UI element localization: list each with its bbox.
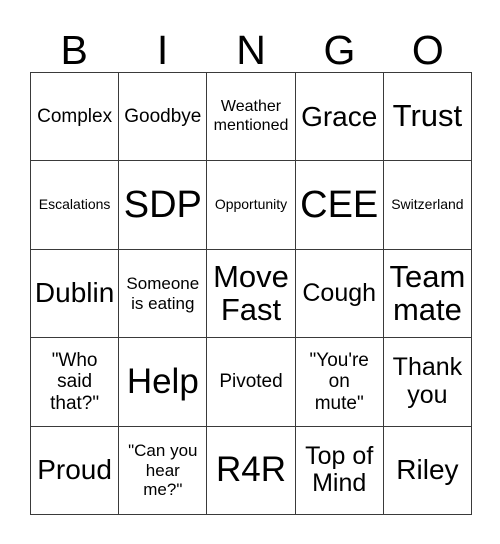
bingo-cell[interactable]: Escalations <box>31 161 120 250</box>
bingo-cell-label: "Can you hear me?" <box>128 441 198 500</box>
bingo-cell[interactable]: Help <box>119 338 208 427</box>
bingo-cell-label: Opportunity <box>214 196 288 213</box>
bingo-cell[interactable]: "Can you hear me?" <box>119 426 208 516</box>
bingo-cell-label: Goodbye <box>124 106 202 128</box>
bingo-cell[interactable]: Top of Mind <box>295 426 384 516</box>
bingo-cell-label: Riley <box>396 454 459 486</box>
bingo-row: Escalations SDP Opportunity CEE Switzerl… <box>31 161 473 250</box>
bingo-cell[interactable]: Team mate <box>383 249 473 339</box>
bingo-cell[interactable]: SDP <box>119 161 208 250</box>
bingo-cell[interactable]: Dublin <box>31 249 120 339</box>
bingo-cell-label: R4R <box>215 450 287 490</box>
bingo-cell-label: Move Fast <box>213 258 289 327</box>
bingo-cell-label: Proud <box>37 454 112 486</box>
bingo-cell-label: SDP <box>123 183 202 226</box>
bingo-cell[interactable]: Weather mentioned <box>207 73 296 162</box>
bingo-cell[interactable]: Riley <box>383 426 473 516</box>
bingo-cell-label: Dublin <box>34 277 115 309</box>
bingo-cell-label: Thank you <box>392 353 463 409</box>
bingo-cell[interactable]: Proud <box>31 426 120 516</box>
bingo-cell[interactable]: "Who said that?" <box>31 338 120 427</box>
bingo-header-letter-b: B <box>60 27 88 73</box>
bingo-cell[interactable]: R4R <box>207 426 296 516</box>
bingo-cell[interactable]: Switzerland <box>383 161 473 250</box>
bingo-header-letter-g: G <box>323 27 356 73</box>
bingo-row: Dublin Someone is eating Move Fast Cough… <box>31 249 473 339</box>
bingo-cell[interactable]: Thank you <box>383 338 473 427</box>
bingo-cell-label: Escalations <box>38 196 111 213</box>
bingo-cell-label: Trust <box>392 98 463 134</box>
bingo-cell-label: Complex <box>37 106 113 128</box>
bingo-header-letter-o: O <box>411 27 444 73</box>
bingo-cell-label: Grace <box>301 100 378 132</box>
bingo-cell-label: Team mate <box>389 258 466 327</box>
bingo-row: "Who said that?" Help Pivoted "You're on… <box>31 338 473 427</box>
bingo-cell-label: CEE <box>300 183 379 226</box>
bingo-cell-label: Weather mentioned <box>213 98 289 134</box>
bingo-cell-label: Switzerland <box>391 196 464 213</box>
bingo-cell[interactable]: Move Fast <box>207 249 296 339</box>
bingo-cell[interactable]: Pivoted <box>207 338 296 427</box>
bingo-cell[interactable]: Opportunity <box>207 161 296 250</box>
bingo-cell[interactable]: Cough <box>295 249 384 339</box>
bingo-header-letter-i: I <box>156 27 169 73</box>
bingo-cell[interactable]: Grace <box>295 73 384 162</box>
bingo-cell[interactable]: Someone is eating <box>119 249 208 339</box>
bingo-cell[interactable]: "You're on mute" <box>295 338 384 427</box>
bingo-cell-label: Top of Mind <box>305 441 374 498</box>
bingo-row: Complex Goodbye Weather mentioned Grace … <box>31 73 473 162</box>
bingo-cell-label: "You're on mute" <box>309 350 369 414</box>
bingo-cell-label: Pivoted <box>219 371 283 393</box>
bingo-cell[interactable]: CEE <box>295 161 384 250</box>
bingo-grid: Complex Goodbye Weather mentioned Grace … <box>30 72 473 516</box>
bingo-cell-label: Someone is eating <box>126 274 200 313</box>
bingo-row: Proud "Can you hear me?" R4R Top of Mind… <box>31 426 473 516</box>
bingo-cell-label: "Who said that?" <box>50 350 100 414</box>
bingo-header-row: B I N G O <box>30 14 472 72</box>
bingo-cell-label: Cough <box>302 278 377 307</box>
bingo-header-letter-n: N <box>236 27 266 73</box>
bingo-cell[interactable]: Complex <box>31 73 120 162</box>
bingo-cell[interactable]: Goodbye <box>119 73 208 162</box>
bingo-cell[interactable]: Trust <box>383 73 473 162</box>
bingo-cell-label: Help <box>126 361 199 401</box>
bingo-card: B I N G O Complex Goodbye Weather mentio… <box>0 0 500 544</box>
